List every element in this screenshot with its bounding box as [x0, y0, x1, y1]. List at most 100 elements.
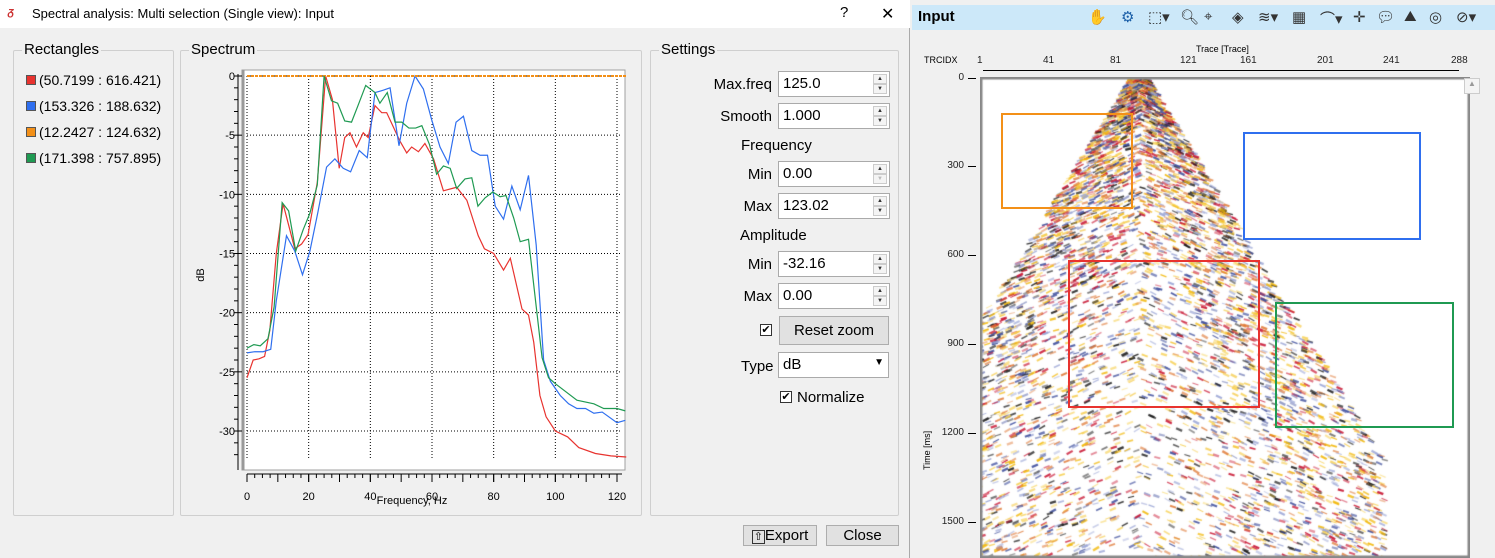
close-button[interactable]: Close — [826, 525, 899, 546]
max-freq-value: 125.0 — [783, 75, 821, 92]
selection-rectangle-green[interactable] — [1275, 302, 1454, 428]
freq-max-value: 123.02 — [783, 197, 829, 214]
rectangles-label: Rectangles — [22, 41, 102, 58]
close-icon[interactable]: ✕ — [881, 4, 894, 24]
spin-down-icon[interactable]: ▼ — [873, 116, 887, 126]
spin-up-icon[interactable]: ▲ — [873, 254, 887, 264]
comment-icon[interactable]: 💬︎ — [1376, 8, 1395, 26]
settings-label: Settings — [659, 41, 718, 58]
x-tick-label: 41 — [1043, 55, 1055, 66]
freq-min-spinbox[interactable]: 0.00 ▲ ▼ — [778, 161, 890, 187]
y-tick-label: 300 — [947, 160, 964, 171]
wiggle-icon[interactable]: ≋▾ — [1258, 8, 1278, 26]
spin-up-icon[interactable]: ▲ — [873, 106, 887, 116]
rectangle-item[interactable]: (153.326 : 188.632) — [26, 93, 173, 119]
amplitude-label: Amplitude — [740, 227, 807, 244]
compass-icon[interactable]: ⊘▾ — [1456, 8, 1476, 26]
y-tick-label: 900 — [947, 338, 964, 349]
amp-min-spinbox[interactable]: -32.16 ▲ ▼ — [778, 251, 890, 277]
y-tick — [968, 166, 976, 167]
rectangle-coords: (171.398 : 757.895) — [39, 150, 162, 166]
app-icon: ᵹ — [8, 6, 14, 18]
y-tick-label: -15 — [219, 249, 235, 261]
selection-rectangle-orange[interactable] — [1001, 113, 1133, 209]
selection-rectangle-blue[interactable] — [1243, 132, 1421, 240]
rectangle-item[interactable]: (171.398 : 757.895) — [26, 145, 173, 171]
freq-min-value: 0.00 — [783, 165, 813, 182]
y-tick-label: 0 — [958, 72, 964, 83]
spin-up-icon[interactable]: ▲ — [873, 196, 887, 206]
x-tick-label: 288 — [1451, 55, 1468, 66]
spin-down-icon[interactable]: ▼ — [873, 206, 887, 216]
export-icon: ⇧ — [751, 530, 765, 544]
export-button[interactable]: ⇧ Export — [743, 525, 817, 546]
x-tick-label: 241 — [1383, 55, 1400, 66]
max-freq-spinbox[interactable]: 125.0 ▲ ▼ — [778, 71, 890, 97]
rectangle-coords: (12.2427 : 124.632) — [39, 124, 162, 140]
type-select[interactable]: dB ▼ — [778, 352, 889, 378]
title-bar: ᵹ Spectral analysis: Multi selection (Si… — [0, 0, 910, 28]
viewer-toolbar: Input ✋ ⚙ ⬚▾ 🔍︎ ⌖ ◈ ≋▾ ▦ ⌒▾ ✛ 💬︎ ⛰ ◎ ⊘▾ — [912, 5, 1495, 30]
spin-down-icon[interactable]: ▼ — [873, 84, 887, 94]
reset-zoom-checkbox[interactable]: ✔ — [760, 324, 772, 336]
spin-up-icon[interactable]: ▲ — [873, 74, 887, 84]
x-tick-label: 80 — [488, 491, 500, 503]
spectral-analysis-dialog: ᵹ Spectral analysis: Multi selection (Si… — [0, 0, 910, 558]
rectangle-coords: (153.326 : 188.632) — [39, 98, 162, 114]
freq-max-spinbox[interactable]: 123.02 ▲ ▼ — [778, 193, 890, 219]
x-tick-label: 40 — [364, 491, 376, 503]
color-swatch — [26, 101, 36, 111]
y-axis-title: Time [ms] — [922, 430, 932, 470]
export-image-icon[interactable]: ⛰ — [1404, 8, 1417, 25]
scroll-up-button[interactable]: ▲ — [1464, 78, 1480, 94]
pointer-icon[interactable]: ⌖ — [1204, 8, 1212, 25]
spin-down-icon[interactable]: ▼ — [873, 264, 887, 274]
selection-rectangle-red[interactable] — [1068, 260, 1260, 408]
y-tick-label: 600 — [947, 249, 964, 260]
freq-max-label: Max — [743, 197, 772, 215]
measure-icon[interactable]: ◎ — [1429, 8, 1442, 26]
y-tick-label: 0 — [229, 71, 235, 83]
color-swatch — [26, 153, 36, 163]
plot-area[interactable] — [241, 69, 626, 471]
x-tick-label: 201 — [1317, 55, 1334, 66]
crosshair-icon[interactable]: ✛ — [1353, 8, 1366, 26]
y-tick-label: 1200 — [941, 427, 964, 438]
max-freq-label: Max.freq — [713, 75, 772, 93]
spin-down-icon[interactable]: ▼ — [873, 296, 887, 306]
smooth-spinbox[interactable]: 1.000 ▲ ▼ — [778, 103, 890, 129]
header-table-icon[interactable]: ▦ — [1292, 8, 1306, 26]
rectangle-item[interactable]: (12.2427 : 124.632) — [26, 119, 173, 145]
spin-down-icon[interactable]: ▼ — [873, 174, 887, 184]
reset-zoom-button[interactable]: Reset zoom — [779, 316, 889, 345]
zoom-icon[interactable]: 🔍︎ — [1180, 8, 1199, 26]
spectrum-icon[interactable]: ⌒▾ — [1320, 8, 1343, 29]
export-label: Export — [764, 527, 809, 544]
layers-icon[interactable]: ◈ — [1232, 8, 1244, 26]
settings-icon[interactable]: ⚙ — [1121, 8, 1134, 26]
amp-max-spinbox[interactable]: 0.00 ▲ ▼ — [778, 283, 890, 309]
seismic-viewer: Input ✋ ⚙ ⬚▾ 🔍︎ ⌖ ◈ ≋▾ ▦ ⌒▾ ✛ 💬︎ ⛰ ◎ ⊘▾ Trace [Trace]… — [912, 0, 1495, 558]
amp-max-label: Max — [743, 287, 772, 305]
spectrum-chart: 0 20 40 60 80 100 1200-5-10-15-20-25-30Frequen… — [195, 69, 627, 507]
dialog-title: Spectral analysis: Multi selection (Sing… — [32, 6, 335, 21]
spin-up-icon[interactable]: ▲ — [873, 286, 887, 296]
normalize-checkbox[interactable]: ✔ — [780, 391, 792, 403]
rectangle-coords: (50.7199 : 616.421) — [39, 72, 162, 88]
y-tick-label: -5 — [225, 130, 235, 142]
rectangle-item[interactable]: (50.7199 : 616.421) — [26, 67, 173, 93]
rectangles-list: (50.7199 : 616.421) (153.326 : 188.632) (1… — [26, 67, 173, 171]
y-axis-label: dB — [195, 268, 207, 281]
freq-min-label: Min — [747, 165, 772, 183]
y-tick — [968, 522, 976, 523]
viewer-title: Input — [918, 8, 955, 25]
spectrum-label: Spectrum — [189, 41, 258, 58]
pan-icon[interactable]: ✋ — [1088, 8, 1107, 26]
help-button[interactable]: ? — [840, 4, 848, 21]
spin-up-icon[interactable]: ▲ — [873, 164, 887, 174]
smooth-label: Smooth — [720, 107, 772, 125]
x-tick-label: 1 — [977, 55, 983, 66]
y-tick — [968, 255, 976, 256]
x-tick-label: 20 — [303, 491, 315, 503]
zoom-rect-icon[interactable]: ⬚▾ — [1148, 8, 1170, 26]
